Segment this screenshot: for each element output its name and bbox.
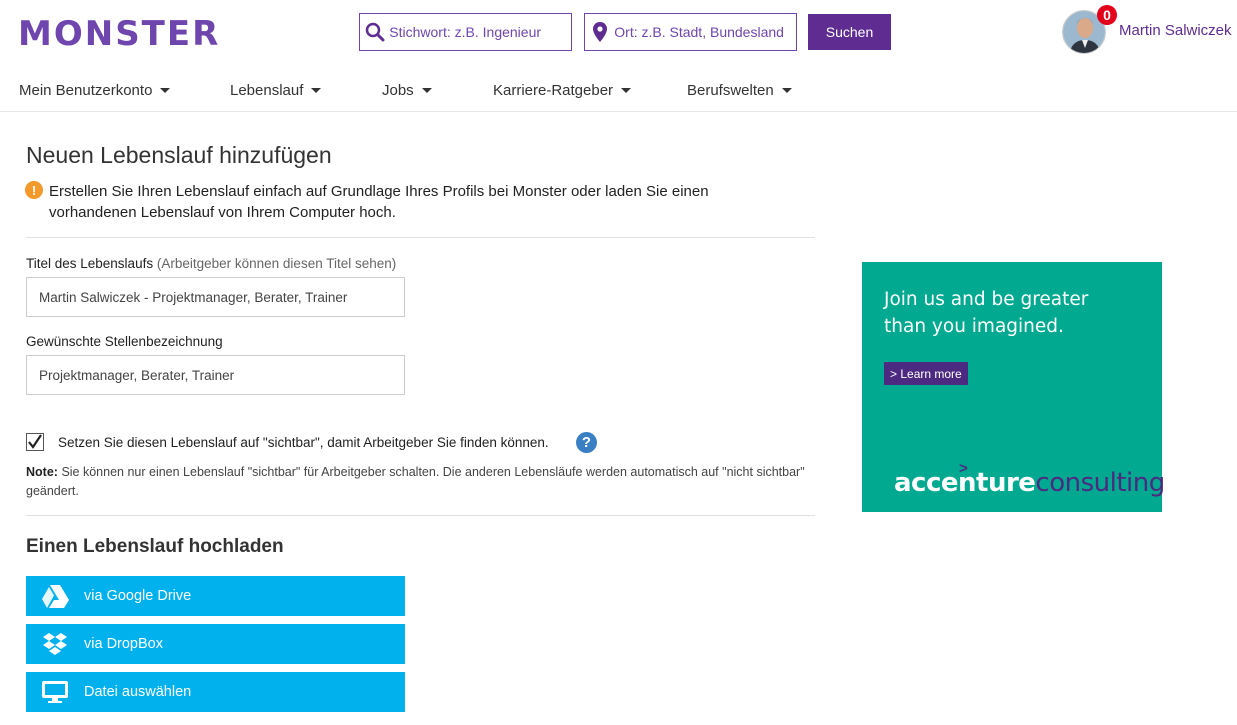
monster-logo[interactable]: MONSTER bbox=[18, 14, 220, 54]
user-name-link[interactable]: Martin Salwiczek bbox=[1119, 22, 1232, 39]
warning-icon: ! bbox=[25, 181, 43, 199]
job-title-label: Gewünschte Stellenbezeichnung bbox=[26, 334, 223, 349]
accenture-ad[interactable]: Join us and be greater than you imagined… bbox=[862, 262, 1165, 512]
choose-file-button[interactable]: Datei auswählen bbox=[26, 672, 405, 712]
note-text: Sie können nur einen Lebenslauf "sichtba… bbox=[26, 465, 805, 498]
help-icon[interactable]: ? bbox=[576, 432, 597, 453]
search-icon bbox=[360, 14, 389, 50]
keyword-input[interactable] bbox=[389, 24, 571, 40]
ad-headline-line2: than you imagined. bbox=[884, 316, 1064, 337]
main-nav: Mein Benutzerkonto Lebenslauf Jobs Karri… bbox=[0, 78, 1237, 112]
info-message: Erstellen Sie Ihren Lebenslauf einfach a… bbox=[49, 183, 709, 221]
divider bbox=[26, 515, 815, 516]
nav-item-professions[interactable]: Berufswelten bbox=[687, 82, 792, 99]
dropbox-label: via DropBox bbox=[84, 636, 163, 652]
notification-badge[interactable]: 0 bbox=[1097, 5, 1117, 25]
nav-item-career-advice[interactable]: Karriere-Ratgeber bbox=[493, 82, 632, 99]
visibility-note: Note: Sie können nur einen Lebenslauf "s… bbox=[26, 463, 806, 501]
dropbox-icon bbox=[26, 632, 84, 656]
brand-consulting: consulting bbox=[1035, 468, 1165, 498]
google-drive-button[interactable]: via Google Drive bbox=[26, 576, 405, 616]
google-drive-label: via Google Drive bbox=[84, 588, 192, 604]
nav-item-label: Karriere-Ratgeber bbox=[493, 82, 614, 99]
search-button[interactable]: Suchen bbox=[808, 14, 891, 50]
page-title: Neuen Lebenslauf hinzufügen bbox=[26, 142, 332, 168]
keyword-search-box[interactable] bbox=[359, 13, 572, 51]
nav-item-jobs[interactable]: Jobs bbox=[382, 82, 432, 99]
resume-title-value: Martin Salwiczek - Projektmanager, Berat… bbox=[39, 289, 348, 305]
google-drive-icon bbox=[26, 584, 84, 608]
resume-title-label: Titel des Lebenslaufs (Arbeitgeber könne… bbox=[26, 256, 396, 271]
resume-title-hint: (Arbeitgeber können diesen Titel sehen) bbox=[156, 256, 397, 271]
nav-item-resume[interactable]: Lebenslauf bbox=[230, 82, 322, 99]
location-search-box[interactable] bbox=[584, 13, 797, 51]
upload-section-title: Einen Lebenslauf hochladen bbox=[26, 536, 284, 557]
location-input[interactable] bbox=[614, 24, 796, 40]
caret-down-icon bbox=[781, 88, 792, 93]
brand-accenture: accenture bbox=[894, 468, 1036, 498]
caret-down-icon bbox=[421, 88, 432, 93]
resume-title-input[interactable]: Martin Salwiczek - Projektmanager, Berat… bbox=[26, 277, 405, 317]
note-label: Note: bbox=[26, 465, 58, 479]
divider bbox=[26, 237, 815, 238]
nav-item-label: Jobs bbox=[382, 82, 414, 99]
accenture-consulting-logo: accentureconsulting bbox=[894, 468, 1165, 498]
job-title-value: Projektmanager, Berater, Trainer bbox=[39, 367, 235, 383]
choose-file-label: Datei auswählen bbox=[84, 684, 192, 700]
visible-checkbox[interactable] bbox=[26, 433, 44, 451]
job-title-input[interactable]: Projektmanager, Berater, Trainer bbox=[26, 355, 405, 395]
visible-checkbox-label[interactable]: Setzen Sie diesen Lebenslauf auf "sichtb… bbox=[58, 435, 549, 450]
ad-headline: Join us and be greater than you imagined… bbox=[884, 286, 1088, 340]
dropbox-button[interactable]: via DropBox bbox=[26, 624, 405, 664]
nav-item-label: Lebenslauf bbox=[230, 82, 304, 99]
nav-item-account[interactable]: Mein Benutzerkonto bbox=[19, 82, 171, 99]
resume-title-label-text: Titel des Lebenslaufs bbox=[26, 256, 154, 271]
monitor-icon bbox=[26, 680, 84, 704]
location-pin-icon bbox=[585, 14, 614, 50]
ad-headline-line1: Join us and be greater bbox=[884, 289, 1089, 310]
nav-item-label: Berufswelten bbox=[687, 82, 774, 99]
caret-down-icon bbox=[160, 88, 171, 93]
ad-learn-more-button[interactable]: > Learn more bbox=[884, 362, 968, 385]
caret-down-icon bbox=[621, 88, 632, 93]
nav-item-label: Mein Benutzerkonto bbox=[19, 82, 153, 99]
caret-down-icon bbox=[311, 88, 322, 93]
